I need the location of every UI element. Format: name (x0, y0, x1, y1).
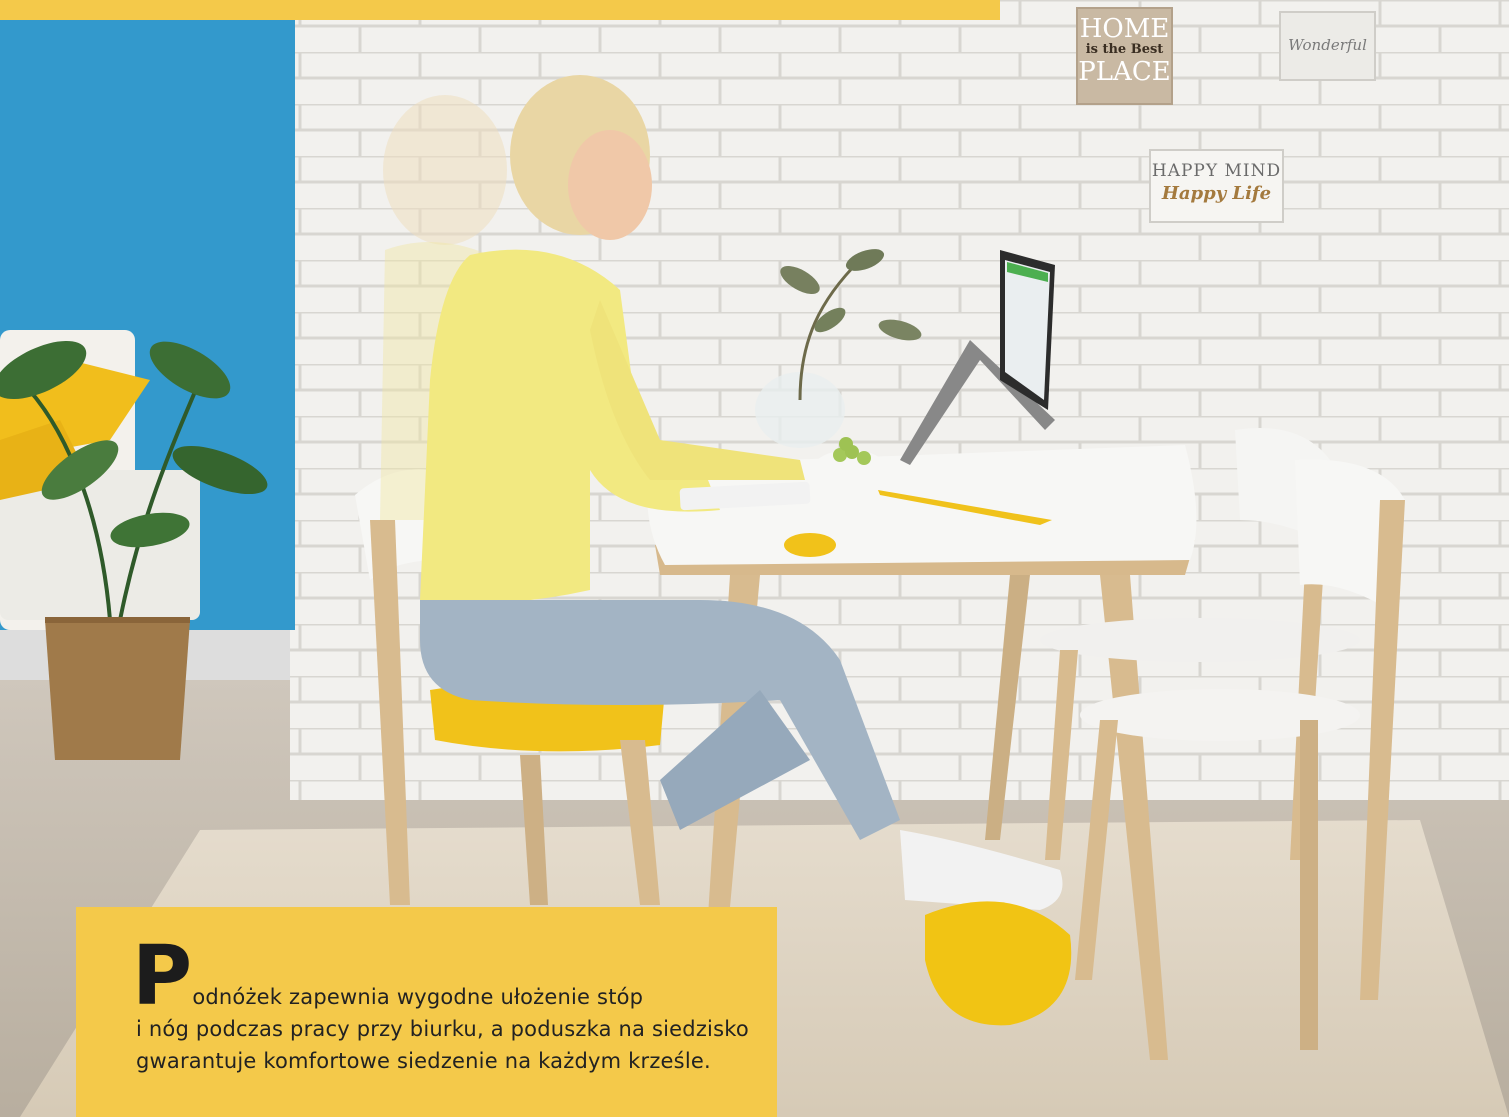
top-yellow-banner (0, 0, 1000, 20)
sign-home-line3: PLACE (1078, 57, 1171, 87)
caption-body: i nóg podczas pracy przy biurku, a podus… (136, 1017, 749, 1073)
caption-first-line: odnóżek zapewnia wygodne ułożenie stóp (192, 985, 644, 1009)
sign-home-line2: is the Best (1085, 42, 1164, 57)
sign-home-line1: HOME (1079, 14, 1170, 44)
wall-sign-happy-text: HAPPY MIND Happy Life (1150, 160, 1283, 206)
caption-panel: P odnóżek zapewnia wygodne ułożenie stóp… (76, 907, 777, 1117)
sign-happy-line1: HAPPY MIND (1151, 161, 1282, 181)
caption-dropcap: P (132, 929, 193, 1024)
sign-happy-line2: Happy Life (1161, 183, 1272, 204)
wall-sign-wonderful-text: Wonderful (1288, 36, 1367, 54)
yellow-mouse (784, 533, 836, 557)
caption-text: P odnóżek zapewnia wygodne ułożenie stóp… (132, 936, 756, 1077)
wall-sign-home-text: HOME is the Best PLACE (1077, 16, 1172, 86)
